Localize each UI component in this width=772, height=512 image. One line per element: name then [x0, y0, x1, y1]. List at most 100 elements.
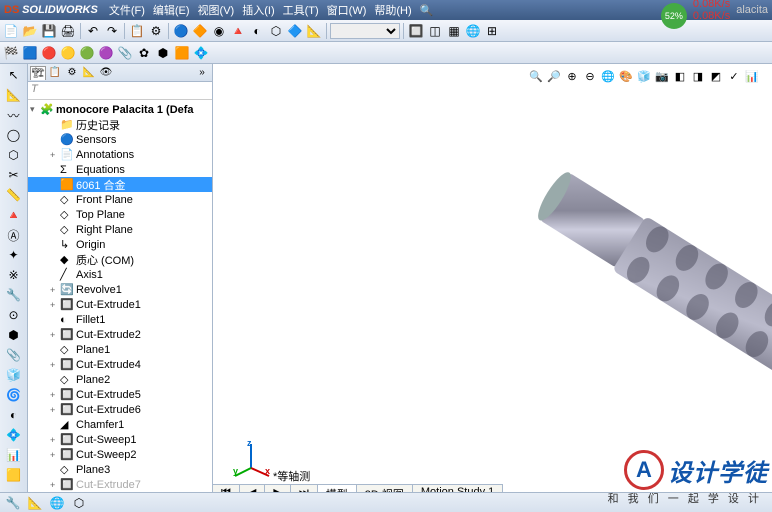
left-tool-icon[interactable]: 🧊	[4, 366, 24, 384]
tree-tab-feature-icon[interactable]: 🏗	[30, 66, 46, 80]
left-tool-icon[interactable]: ⬡	[4, 146, 24, 164]
search-icon[interactable]: 🔍	[417, 4, 437, 17]
left-tool-icon[interactable]: 🟨	[4, 466, 24, 484]
new-icon[interactable]: 📄	[2, 22, 20, 40]
expand-icon[interactable]: +	[50, 150, 60, 160]
tree-node[interactable]: ◢Chamfer1	[28, 417, 212, 432]
tree-root[interactable]: ▾ 🧩 monocore Palacita 1 (Defa	[28, 102, 212, 117]
view-tool-icon[interactable]: 🎨	[618, 68, 634, 84]
tree-node[interactable]: ◇Plane1	[28, 342, 212, 357]
view-tool-icon[interactable]: 🌐	[600, 68, 616, 84]
sketch-icon[interactable]: 🟢	[78, 44, 96, 62]
tree-node[interactable]: +🔲Cut-Extrude5	[28, 387, 212, 402]
options-icon[interactable]: ⚙	[147, 22, 165, 40]
tree-node[interactable]: +🔲Cut-Extrude4	[28, 357, 212, 372]
tree-node[interactable]: +📄Annotations	[28, 147, 212, 162]
tree-node[interactable]: ◇Plane3	[28, 462, 212, 477]
tree-node[interactable]: +🔲Cut-Sweep2	[28, 447, 212, 462]
menu-edit[interactable]: 编辑(E)	[150, 2, 193, 18]
left-tool-icon[interactable]: ↖	[4, 66, 24, 84]
left-tool-icon[interactable]: 🔧	[4, 286, 24, 304]
left-tool-icon[interactable]: 📐	[4, 86, 24, 104]
view-tool-icon[interactable]: ⊕	[564, 68, 580, 84]
tree-node[interactable]: ◇Right Plane	[28, 222, 212, 237]
tree-node[interactable]: +🔲Cut-Sweep1	[28, 432, 212, 447]
status-icon[interactable]: ⬡	[70, 494, 88, 512]
left-tool-icon[interactable]: 📊	[4, 446, 24, 464]
expand-icon[interactable]: +	[50, 285, 60, 295]
left-tool-icon[interactable]: 📎	[4, 346, 24, 364]
left-tool-icon[interactable]: ⊙	[4, 306, 24, 324]
view-tool-icon[interactable]: ◧	[672, 68, 688, 84]
left-tool-icon[interactable]: ※	[4, 266, 24, 284]
rebuild-icon[interactable]: 📋	[128, 22, 146, 40]
tree-node[interactable]: 📁历史记录	[28, 117, 212, 132]
status-icon[interactable]: 🌐	[48, 494, 66, 512]
sketch-icon[interactable]: 🟡	[59, 44, 77, 62]
feature-icon[interactable]: 📐	[305, 22, 323, 40]
left-tool-icon[interactable]: ✂	[4, 166, 24, 184]
view-tool-icon[interactable]: 🔎	[546, 68, 562, 84]
sketch-icon[interactable]: 🔴	[40, 44, 58, 62]
view-tool-icon[interactable]: 📊	[744, 68, 760, 84]
tree-node[interactable]: +🔲Cut-Extrude6	[28, 402, 212, 417]
left-tool-icon[interactable]: ◯	[4, 126, 24, 144]
expand-icon[interactable]: +	[50, 480, 60, 490]
viewport[interactable]: 🔍🔎⊕⊖🌐🎨🧊📷◧◨◩✓📊	[213, 64, 772, 512]
tree-node[interactable]: 🔵Sensors	[28, 132, 212, 147]
expand-icon[interactable]: ▾	[30, 104, 40, 115]
feature-icon[interactable]: 🔶	[191, 22, 209, 40]
tree-filter-input[interactable]	[31, 83, 209, 95]
tree-tab-property-icon[interactable]: 📋	[47, 66, 63, 80]
undo-icon[interactable]: ↶	[84, 22, 102, 40]
expand-icon[interactable]: +	[50, 450, 60, 460]
tree-node[interactable]: +🔲Cut-Extrude2	[28, 327, 212, 342]
feature-icon[interactable]: 🌐	[464, 22, 482, 40]
menu-insert[interactable]: 插入(I)	[239, 2, 277, 18]
tree-tab-dim-icon[interactable]: 📐	[81, 66, 97, 80]
tree-node[interactable]: ◆质心 (COM)	[28, 252, 212, 267]
tree-node[interactable]: ◇Top Plane	[28, 207, 212, 222]
sketch-icon[interactable]: 🏁	[2, 44, 20, 62]
tree-node[interactable]: ΣEquations	[28, 162, 212, 177]
view-tool-icon[interactable]: ◨	[690, 68, 706, 84]
left-tool-icon[interactable]: 〰	[4, 106, 24, 124]
sketch-icon[interactable]: 📎	[116, 44, 134, 62]
tree-node[interactable]: ╱Axis1	[28, 267, 212, 282]
sketch-icon[interactable]: ⬢	[154, 44, 172, 62]
tree-body[interactable]: ▾ 🧩 monocore Palacita 1 (Defa 📁历史记录🔵Sens…	[28, 100, 212, 512]
tree-node[interactable]: 🟧6061 合金	[28, 177, 212, 192]
status-icon[interactable]: 📐	[26, 494, 44, 512]
left-tool-icon[interactable]: 🔺	[4, 206, 24, 224]
tree-node[interactable]: +🔄Revolve1	[28, 282, 212, 297]
menu-file[interactable]: 文件(F)	[106, 2, 148, 18]
open-icon[interactable]: 📂	[21, 22, 39, 40]
tree-expand-icon[interactable]: »	[194, 66, 210, 80]
sketch-icon[interactable]: 🟧	[173, 44, 191, 62]
tree-node[interactable]: ◇Plane2	[28, 372, 212, 387]
feature-icon[interactable]: 🔲	[407, 22, 425, 40]
expand-icon[interactable]: +	[50, 360, 60, 370]
view-tool-icon[interactable]: 📷	[654, 68, 670, 84]
feature-icon[interactable]: 🔺	[229, 22, 247, 40]
expand-icon[interactable]: +	[50, 300, 60, 310]
left-tool-icon[interactable]: ◐	[4, 406, 24, 424]
expand-icon[interactable]: +	[50, 405, 60, 415]
orientation-triad[interactable]: zxy	[231, 438, 271, 478]
feature-icon[interactable]: ◉	[210, 22, 228, 40]
view-tool-icon[interactable]: 🧊	[636, 68, 652, 84]
menu-help[interactable]: 帮助(H)	[371, 2, 414, 18]
tree-node[interactable]: ◇Front Plane	[28, 192, 212, 207]
print-icon[interactable]: 🖨	[59, 22, 77, 40]
sketch-icon[interactable]: 🟦	[21, 44, 39, 62]
tree-tab-config-icon[interactable]: ⚙	[64, 66, 80, 80]
sketch-icon[interactable]: 🟣	[97, 44, 115, 62]
status-icon[interactable]: 🔧	[4, 494, 22, 512]
tree-node[interactable]: +🔲Cut-Extrude1	[28, 297, 212, 312]
feature-icon[interactable]: ⊞	[483, 22, 501, 40]
menu-view[interactable]: 视图(V)	[195, 2, 238, 18]
view-tool-icon[interactable]: ✓	[726, 68, 742, 84]
sketch-icon[interactable]: 💠	[192, 44, 210, 62]
expand-icon[interactable]: +	[50, 435, 60, 445]
menu-tools[interactable]: 工具(T)	[280, 2, 322, 18]
